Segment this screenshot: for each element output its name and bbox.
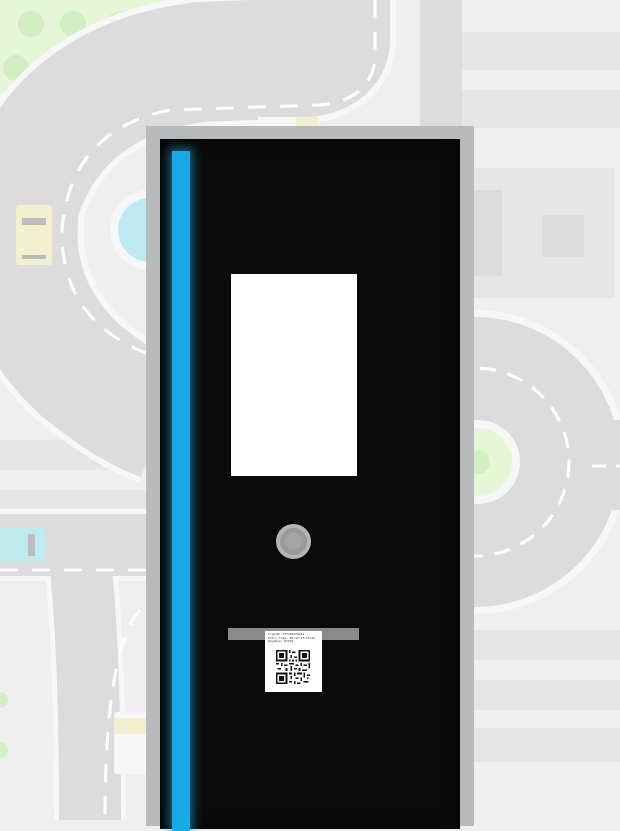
kiosk-round-button[interactable] [276, 524, 311, 559]
car-cyan-left [0, 528, 46, 562]
qr-code-icon [276, 650, 310, 684]
kiosk-led-strip [172, 151, 190, 831]
parking-ticket[interactable]: Crypt#: 3f7c0d9f4e5a Entry Time: 06/12 0… [265, 631, 322, 692]
car-yellow-bottom [114, 712, 150, 774]
ticket-line-payable: Payable: P1234 [268, 640, 294, 644]
car-yellow-left [16, 205, 52, 265]
kiosk-body [160, 139, 460, 829]
kiosk-screen[interactable] [231, 274, 357, 476]
